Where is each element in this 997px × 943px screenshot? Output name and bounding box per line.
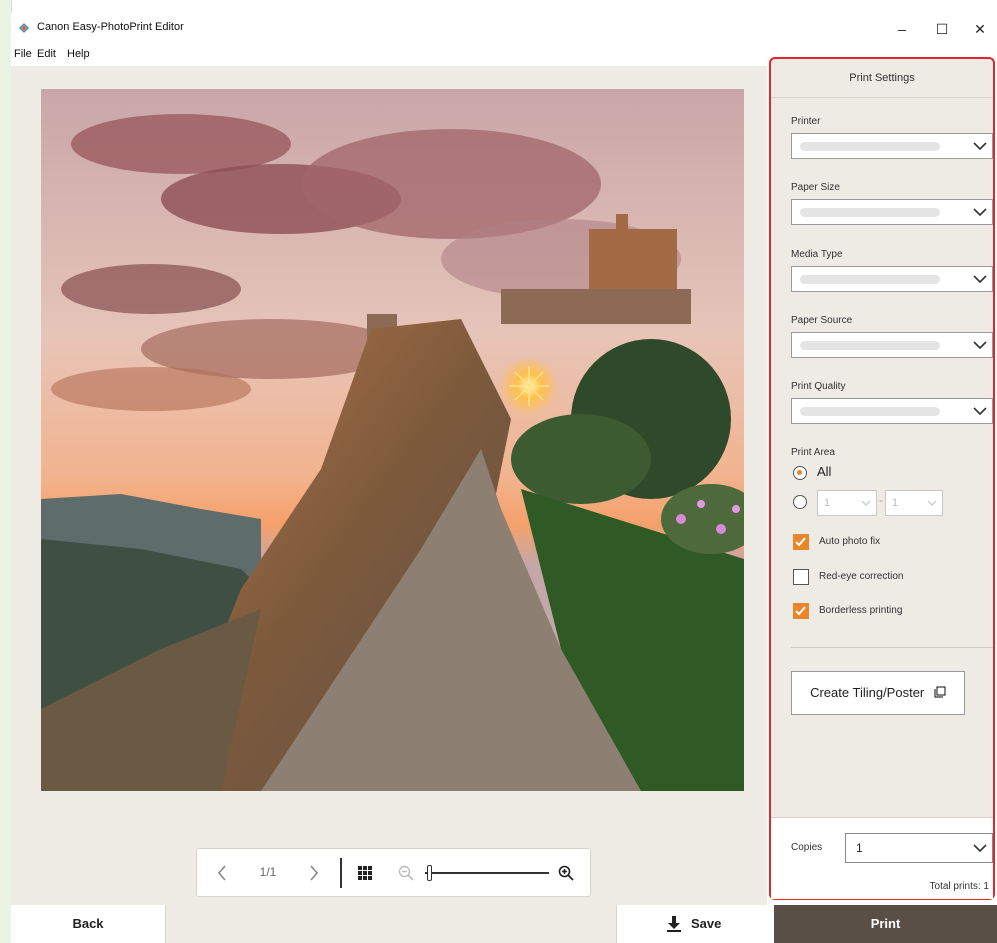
paper-source-label: Paper Source [791, 315, 853, 326]
print-button[interactable]: Print [774, 905, 997, 943]
zoom-slider[interactable] [425, 865, 549, 881]
zoom-in-button[interactable] [553, 849, 579, 896]
borderless-printing-checkbox[interactable] [793, 603, 809, 619]
borderless-printing-label: Borderless printing [819, 605, 903, 616]
grid-icon [358, 865, 372, 880]
app-icon [19, 23, 29, 33]
paper-size-value-blurred [800, 208, 940, 217]
photo-preview [41, 89, 744, 791]
paper-size-label: Paper Size [791, 182, 840, 193]
preview-toolbar: 1/1 [196, 848, 591, 897]
checkmark-icon [795, 537, 806, 547]
title-bar: Canon Easy-PhotoPrint Editor – ☐ ✕ [11, 12, 997, 46]
prev-page-button[interactable] [207, 849, 237, 896]
copies-label: Copies [791, 842, 823, 853]
print-area-range-radio[interactable] [793, 495, 807, 509]
download-icon [667, 916, 681, 932]
print-quality-select[interactable] [791, 398, 993, 424]
toolbar-divider [340, 858, 342, 888]
range-to-value: 1 [892, 497, 899, 509]
menu-edit[interactable]: Edit [37, 48, 56, 60]
chevron-right-icon [310, 865, 319, 881]
paper-source-select[interactable] [791, 332, 993, 358]
range-dash: - [879, 493, 883, 507]
copies-select[interactable]: 1 [845, 833, 993, 863]
copies-value: 1 [856, 841, 863, 855]
red-eye-correction-checkbox[interactable] [793, 569, 809, 585]
create-tiling-poster-button[interactable]: Create Tiling/Poster [791, 671, 965, 715]
media-type-label: Media Type [791, 249, 843, 260]
page-indicator: 1/1 [259, 865, 277, 879]
paper-source-value-blurred [800, 341, 940, 350]
zoom-out-icon [398, 865, 414, 881]
chevron-down-icon [861, 500, 871, 506]
chevron-down-icon [973, 844, 987, 853]
maximize-button[interactable]: ☐ [925, 16, 959, 42]
auto-photo-fix-checkbox[interactable] [793, 534, 809, 550]
window-title: Canon Easy-PhotoPrint Editor [37, 21, 184, 33]
menu-help[interactable]: Help [67, 48, 90, 60]
printer-label: Printer [791, 116, 821, 127]
minimize-button[interactable]: – [885, 16, 919, 42]
castle-sunset-image [41, 89, 744, 791]
media-type-value-blurred [800, 275, 940, 284]
zoom-out-button[interactable] [393, 849, 419, 896]
red-eye-correction-label: Red-eye correction [819, 571, 904, 582]
bottom-bar: Back Save Print [11, 905, 997, 943]
checkmark-icon [795, 606, 806, 616]
range-from-value: 1 [824, 497, 831, 509]
back-button[interactable]: Back [11, 905, 166, 943]
media-type-select[interactable] [791, 266, 993, 292]
external-window-icon [934, 686, 946, 698]
save-button[interactable]: Save [616, 905, 775, 943]
chevron-down-icon [973, 275, 987, 284]
close-button[interactable]: ✕ [963, 16, 997, 42]
panel-divider [791, 647, 993, 648]
panel-title: Print Settings [771, 59, 993, 98]
paper-size-select[interactable] [791, 199, 993, 225]
menu-bar: File Edit Help [11, 46, 767, 66]
total-prints: Total prints: 1 [929, 881, 989, 892]
chevron-down-icon [973, 142, 987, 151]
printer-value-blurred [800, 142, 940, 151]
chevron-left-icon [217, 865, 226, 881]
chevron-down-icon [973, 407, 987, 416]
print-area-all-radio[interactable] [793, 466, 807, 480]
zoom-slider-thumb[interactable] [427, 865, 432, 881]
print-settings-panel: Print Settings Printer Paper Size Media … [769, 57, 995, 900]
menu-file[interactable]: File [14, 48, 32, 60]
printer-select[interactable] [791, 133, 993, 159]
save-label: Save [691, 916, 722, 931]
chevron-down-icon [927, 500, 937, 506]
zoom-in-icon [558, 865, 574, 881]
create-tiling-poster-label: Create Tiling/Poster [810, 685, 925, 700]
chevron-down-icon [973, 208, 987, 217]
chevron-down-icon [973, 341, 987, 350]
range-from-select[interactable]: 1 [817, 490, 877, 516]
print-area-label: Print Area [791, 447, 835, 458]
auto-photo-fix-label: Auto photo fix [819, 536, 881, 547]
range-to-select[interactable]: 1 [885, 490, 943, 516]
zoom-slider-track [425, 872, 549, 874]
print-area-all-label: All [817, 464, 832, 479]
print-quality-value-blurred [800, 407, 940, 416]
next-page-button[interactable] [299, 849, 329, 896]
copies-area: Copies 1 Total prints: 1 [771, 817, 993, 899]
grid-view-button[interactable] [349, 849, 381, 896]
print-quality-label: Print Quality [791, 381, 846, 392]
